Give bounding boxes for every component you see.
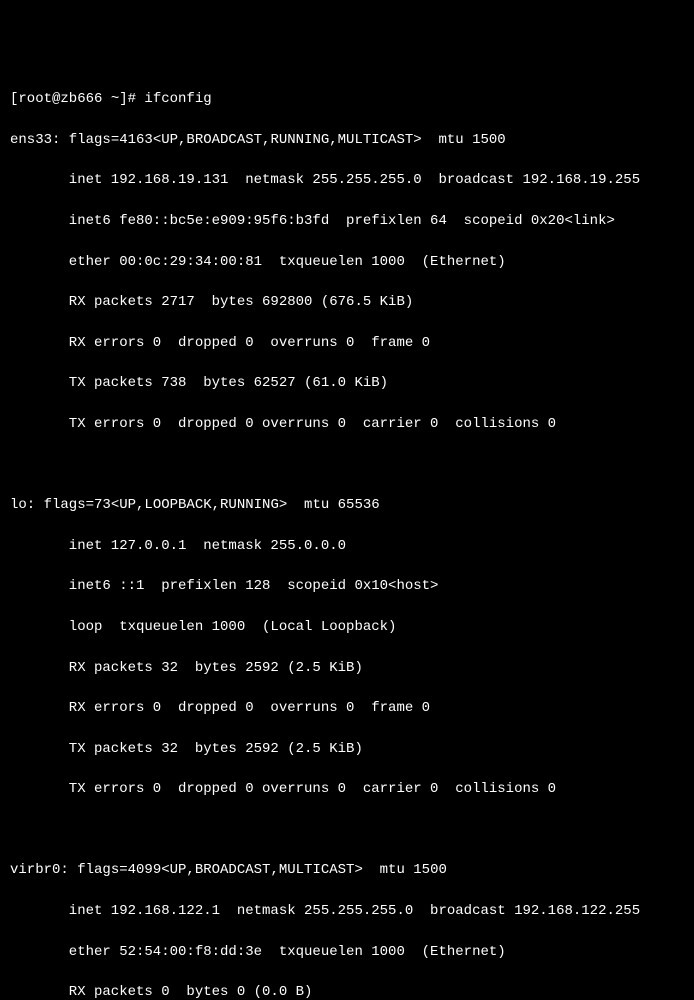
- iface-line: TX packets 32 bytes 2592 (2.5 KiB): [10, 739, 684, 759]
- shell-prompt: [root@zb666 ~]#: [10, 91, 144, 107]
- iface-line: ether 00:0c:29:34:00:81 txqueuelen 1000 …: [10, 252, 684, 272]
- iface-line: RX errors 0 dropped 0 overruns 0 frame 0: [10, 333, 684, 353]
- iface-line: inet6 fe80::bc5e:e909:95f6:b3fd prefixle…: [10, 211, 684, 231]
- blank-line: [10, 820, 684, 840]
- iface-line: RX packets 2717 bytes 692800 (676.5 KiB): [10, 292, 684, 312]
- iface-header-ens33: ens33: flags=4163<UP,BROADCAST,RUNNING,M…: [10, 130, 684, 150]
- iface-line: inet 127.0.0.1 netmask 255.0.0.0: [10, 536, 684, 556]
- iface-line: inet6 ::1 prefixlen 128 scopeid 0x10<hos…: [10, 576, 684, 596]
- iface-header-lo: lo: flags=73<UP,LOOPBACK,RUNNING> mtu 65…: [10, 495, 684, 515]
- iface-line: RX packets 0 bytes 0 (0.0 B): [10, 982, 684, 1000]
- iface-line: RX errors 0 dropped 0 overruns 0 frame 0: [10, 698, 684, 718]
- iface-line: TX errors 0 dropped 0 overruns 0 carrier…: [10, 414, 684, 434]
- iface-line: RX packets 32 bytes 2592 (2.5 KiB): [10, 658, 684, 678]
- iface-line: inet 192.168.19.131 netmask 255.255.255.…: [10, 170, 684, 190]
- iface-line: loop txqueuelen 1000 (Local Loopback): [10, 617, 684, 637]
- iface-line: TX packets 738 bytes 62527 (61.0 KiB): [10, 373, 684, 393]
- iface-line: ether 52:54:00:f8:dd:3e txqueuelen 1000 …: [10, 942, 684, 962]
- iface-line: inet 192.168.122.1 netmask 255.255.255.0…: [10, 901, 684, 921]
- command-input[interactable]: ifconfig: [144, 91, 211, 107]
- prompt-line[interactable]: [root@zb666 ~]# ifconfig: [10, 89, 684, 109]
- iface-line: TX errors 0 dropped 0 overruns 0 carrier…: [10, 779, 684, 799]
- blank-line: [10, 455, 684, 475]
- iface-header-virbr0: virbr0: flags=4099<UP,BROADCAST,MULTICAS…: [10, 860, 684, 880]
